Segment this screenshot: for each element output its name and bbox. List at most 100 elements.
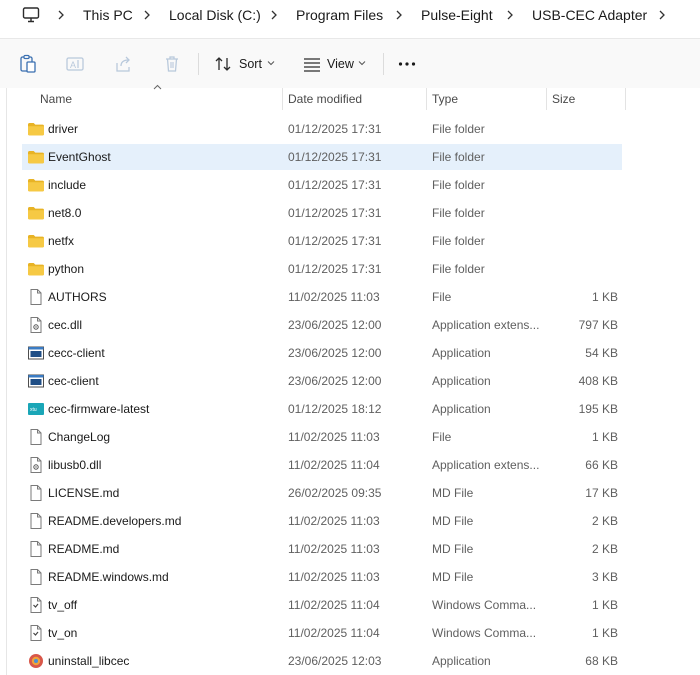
paste-icon[interactable] xyxy=(18,54,38,74)
nav-pane-edge xyxy=(6,88,7,675)
chevron-right-icon[interactable] xyxy=(505,6,515,24)
file-type: File folder xyxy=(432,122,485,136)
breadcrumb-this-pc[interactable]: This PC xyxy=(83,6,133,24)
file-name: cec.dll xyxy=(48,318,83,332)
file-row[interactable]: xtu cec-firmware-latest 01/12/2025 18:12 Ap… xyxy=(22,396,622,422)
script-file-icon xyxy=(27,596,45,614)
more-options-icon[interactable] xyxy=(397,54,417,74)
file-name: EventGhost xyxy=(48,150,111,164)
chevron-down-icon[interactable] xyxy=(358,60,366,66)
file-row[interactable]: netfx 01/12/2025 17:31 File folder xyxy=(22,228,622,254)
file-date-modified: 23/06/2025 12:00 xyxy=(288,346,382,360)
file-row[interactable]: net8.0 01/12/2025 17:31 File folder xyxy=(22,200,622,226)
file-date-modified: 23/06/2025 12:00 xyxy=(288,374,382,388)
folder-icon xyxy=(27,204,45,222)
file-row[interactable]: include 01/12/2025 17:31 File folder xyxy=(22,172,622,198)
file-row[interactable]: cec.dll 23/06/2025 12:00 Application exten… xyxy=(22,312,622,338)
breadcrumb-local-disk[interactable]: Local Disk (C:) xyxy=(169,6,261,24)
file-name: python xyxy=(48,262,85,276)
breadcrumb-program-files[interactable]: Program Files xyxy=(296,6,383,24)
file-row[interactable]: README.md 11/02/2025 11:03 MD File 2 KB xyxy=(22,536,622,562)
file-name: tv_on xyxy=(48,626,78,640)
file-size: 1 KB xyxy=(591,430,618,444)
file-row[interactable]: README.windows.md 11/02/2025 11:03 MD File… xyxy=(22,564,622,590)
file-type: File folder xyxy=(432,234,485,248)
view-icon[interactable] xyxy=(302,54,322,74)
script-file-icon xyxy=(27,624,45,642)
file-date-modified: 11/02/2025 11:04 xyxy=(288,626,380,640)
file-type: Application xyxy=(432,654,491,668)
file-type: File folder xyxy=(432,206,485,220)
address-bar[interactable]: This PC Local Disk (C:) Program Files Pu… xyxy=(0,0,700,30)
file-row[interactable]: ChangeLog 11/02/2025 11:03 File 1 KB xyxy=(22,424,622,450)
file-date-modified: 11/02/2025 11:03 xyxy=(288,290,380,304)
file-name: README.md xyxy=(48,542,120,556)
chevron-right-icon[interactable] xyxy=(657,6,667,24)
file-type: Application xyxy=(432,346,491,360)
file-name: libusb0.dll xyxy=(48,458,102,472)
column-resize-handle[interactable] xyxy=(426,88,427,110)
file-type: File folder xyxy=(432,262,485,276)
column-header-name[interactable]: Name xyxy=(40,92,72,106)
file-type: File xyxy=(432,430,452,444)
breadcrumb-pulse-eight[interactable]: Pulse-Eight xyxy=(421,6,493,24)
file-size: 68 KB xyxy=(585,654,618,668)
view-button[interactable]: View xyxy=(327,57,354,71)
file-row[interactable]: tv_off 11/02/2025 11:04 Windows Comma... 1 … xyxy=(22,592,622,618)
file-list[interactable]: Name Date modified Type Size driver 01/12… xyxy=(0,84,700,675)
file-date-modified: 11/02/2025 11:03 xyxy=(288,542,380,556)
chevron-right-icon[interactable] xyxy=(269,6,279,24)
column-resize-handle[interactable] xyxy=(625,88,626,110)
file-row[interactable]: EventGhost 01/12/2025 17:31 File folder xyxy=(22,144,622,170)
file-size: 17 KB xyxy=(585,486,618,500)
file-row[interactable]: AUTHORS 11/02/2025 11:03 File 1 KB xyxy=(22,284,622,310)
column-resize-handle[interactable] xyxy=(546,88,547,110)
file-size: 3 KB xyxy=(591,570,618,584)
file-size: 66 KB xyxy=(585,458,618,472)
file-row[interactable]: tv_on 11/02/2025 11:04 Windows Comma... 1 K… xyxy=(22,620,622,646)
column-header-date[interactable]: Date modified xyxy=(288,92,362,106)
file-size: 195 KB xyxy=(578,402,618,416)
file-row[interactable]: python 01/12/2025 17:31 File folder xyxy=(22,256,622,282)
dll-file-icon xyxy=(27,316,45,334)
file-size: 2 KB xyxy=(591,542,618,556)
svg-text:xtu: xtu xyxy=(30,407,37,413)
file-size: 54 KB xyxy=(585,346,618,360)
rename-icon[interactable]: A xyxy=(65,54,85,74)
file-name: uninstall_libcec xyxy=(48,654,130,668)
svg-text:A: A xyxy=(70,60,76,70)
chevron-right-icon[interactable] xyxy=(142,6,152,24)
file-size: 1 KB xyxy=(591,598,618,612)
file-row[interactable]: driver 01/12/2025 17:31 File folder xyxy=(22,116,622,142)
sort-button[interactable]: Sort xyxy=(239,57,262,71)
file-row[interactable]: cec-client 23/06/2025 12:00 Application 408… xyxy=(22,368,622,394)
breadcrumb-usb-cec-adapter[interactable]: USB-CEC Adapter xyxy=(532,6,647,24)
file-date-modified: 11/02/2025 11:03 xyxy=(288,514,380,528)
file-icon xyxy=(27,540,45,558)
file-row[interactable]: README.developers.md 11/02/2025 11:03 MD F… xyxy=(22,508,622,534)
file-date-modified: 01/12/2025 18:12 xyxy=(288,402,382,416)
share-icon[interactable] xyxy=(114,54,134,74)
this-pc-icon[interactable] xyxy=(22,6,40,24)
file-icon xyxy=(27,484,45,502)
command-bar: A Sort View xyxy=(0,38,700,89)
column-header-type[interactable]: Type xyxy=(432,92,458,106)
file-type: Application extens... xyxy=(432,318,540,332)
sort-icon[interactable] xyxy=(213,54,233,74)
column-resize-handle[interactable] xyxy=(282,88,283,110)
chevron-down-icon[interactable] xyxy=(267,60,275,66)
file-row[interactable]: uninstall_libcec 23/06/2025 12:03 Applicat… xyxy=(22,648,622,674)
column-header-size[interactable]: Size xyxy=(552,92,575,106)
delete-icon[interactable] xyxy=(162,54,182,74)
file-row[interactable]: LICENSE.md 26/02/2025 09:35 MD File 17 KB xyxy=(22,480,622,506)
file-row[interactable]: libusb0.dll 11/02/2025 11:04 Application e… xyxy=(22,452,622,478)
file-name: include xyxy=(48,178,87,192)
file-name: ChangeLog xyxy=(48,430,111,444)
file-name: driver xyxy=(48,122,79,136)
chevron-right-icon[interactable] xyxy=(56,6,66,24)
file-date-modified: 01/12/2025 17:31 xyxy=(288,234,382,248)
file-type: Application xyxy=(432,374,491,388)
file-date-modified: 01/12/2025 17:31 xyxy=(288,206,382,220)
file-row[interactable]: cecc-client 23/06/2025 12:00 Application 54… xyxy=(22,340,622,366)
chevron-right-icon[interactable] xyxy=(394,6,404,24)
